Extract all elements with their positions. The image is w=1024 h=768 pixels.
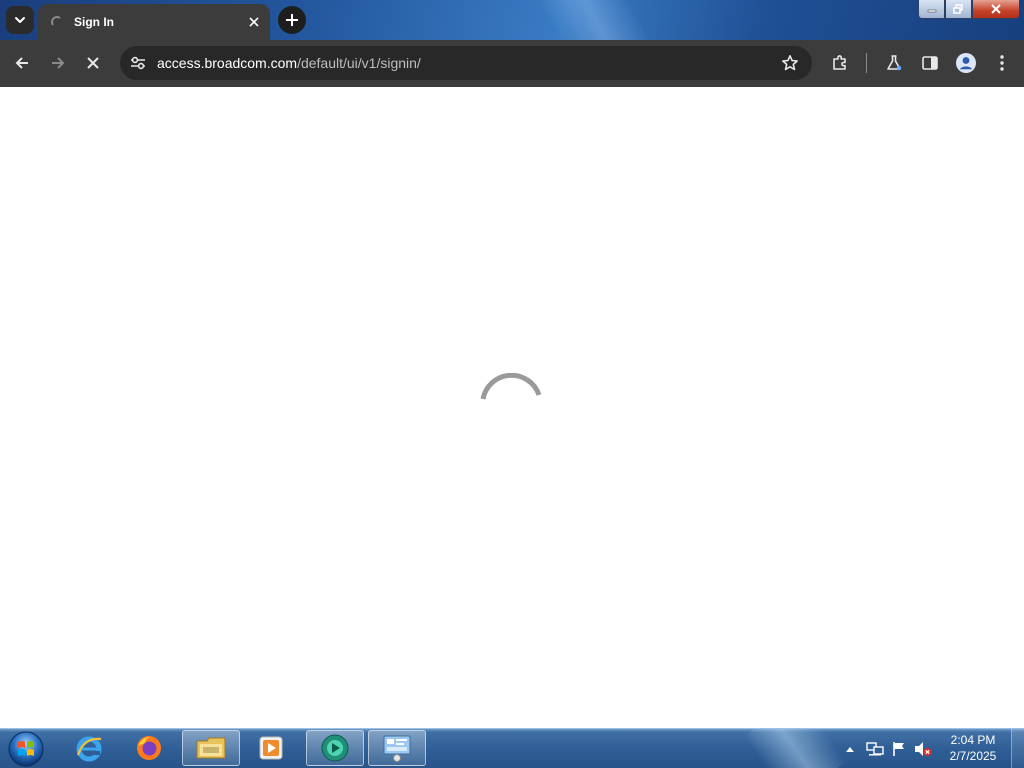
toolbar-separator	[866, 53, 867, 73]
url-text[interactable]: access.broadcom.com/default/ui/v1/signin…	[157, 46, 421, 80]
network-icon	[866, 742, 884, 756]
minimize-button[interactable]	[918, 0, 945, 19]
taskbar: 2:04 PM 2/7/2025	[0, 728, 1024, 768]
arrow-left-icon	[15, 57, 28, 69]
forward-button[interactable]	[43, 48, 73, 78]
tab-search-button[interactable]	[6, 6, 34, 34]
taskbar-highlight	[743, 729, 847, 768]
taskbar-clock[interactable]: 2:04 PM 2/7/2025	[936, 732, 1010, 766]
taskbar-media-player[interactable]	[242, 730, 300, 766]
url-path: /default/ui/v1/signin/	[297, 55, 421, 71]
menu-button[interactable]	[990, 51, 1014, 75]
star-icon	[782, 55, 798, 71]
control-panel-icon	[383, 735, 411, 762]
browser-title-bar: Sign In	[0, 0, 1024, 40]
windows-orb-icon	[8, 731, 44, 767]
loading-favicon-icon	[50, 15, 64, 29]
back-button[interactable]	[7, 48, 37, 78]
taskbar-internet-explorer[interactable]	[60, 730, 118, 766]
stop-loading-button[interactable]	[78, 48, 108, 78]
loading-spinner-icon	[480, 373, 542, 400]
taskbar-control-panel[interactable]	[368, 730, 426, 766]
restore-icon	[953, 4, 963, 14]
close-icon	[991, 4, 1001, 14]
flask-icon	[887, 55, 902, 71]
start-button[interactable]	[6, 729, 46, 768]
url-host: access.broadcom.com	[157, 55, 298, 71]
wallpaper-highlight	[531, 0, 669, 40]
taskbar-firefox[interactable]	[120, 730, 178, 766]
clock-time: 2:04 PM	[950, 733, 996, 747]
taskbar-file-explorer[interactable]	[182, 730, 240, 766]
volume-muted-icon	[915, 742, 932, 756]
media-player-icon	[259, 736, 283, 760]
restore-button[interactable]	[945, 0, 972, 19]
arrow-right-icon	[52, 57, 65, 69]
bookmark-button[interactable]	[780, 53, 800, 73]
firefox-icon	[137, 736, 161, 760]
account-icon	[956, 53, 976, 73]
close-icon	[249, 17, 259, 27]
clock-date: 2/7/2025	[949, 749, 997, 763]
show-hidden-icons-button[interactable]	[842, 729, 858, 768]
tab-close-button[interactable]	[244, 12, 264, 32]
show-desktop-button[interactable]	[1011, 729, 1024, 768]
profile-button[interactable]	[954, 51, 978, 75]
tab-sign-in[interactable]: Sign In	[38, 4, 270, 40]
extensions-button[interactable]	[828, 51, 852, 75]
chevron-down-icon	[15, 17, 25, 23]
green-app-icon	[321, 734, 349, 762]
puzzle-icon	[833, 55, 846, 70]
plus-icon	[286, 14, 298, 26]
taskbar-app-green-circle[interactable]	[306, 730, 364, 766]
folder-icon	[196, 737, 226, 759]
tune-icon	[131, 56, 145, 70]
close-icon	[87, 57, 99, 69]
new-tab-button[interactable]	[278, 6, 306, 34]
labs-button[interactable]	[882, 51, 906, 75]
flag-icon	[893, 742, 904, 756]
browser-toolbar: access.broadcom.com/default/ui/v1/signin…	[0, 40, 1024, 87]
action-center-tray-icon[interactable]	[889, 729, 909, 768]
network-tray-icon[interactable]	[864, 729, 886, 768]
page-content	[0, 87, 1024, 728]
internet-explorer-icon	[76, 736, 102, 762]
site-info-button[interactable]	[128, 53, 148, 73]
volume-tray-icon[interactable]	[912, 729, 934, 768]
close-window-button[interactable]	[972, 0, 1020, 19]
tab-title: Sign In	[74, 15, 114, 29]
side-panel-button[interactable]	[918, 51, 942, 75]
window-controls	[918, 0, 1020, 20]
more-vertical-icon	[1000, 55, 1004, 71]
address-bar[interactable]: access.broadcom.com/default/ui/v1/signin…	[120, 46, 812, 80]
minimize-icon	[927, 9, 936, 13]
side-panel-icon	[922, 56, 938, 70]
chevron-up-icon	[846, 747, 854, 752]
